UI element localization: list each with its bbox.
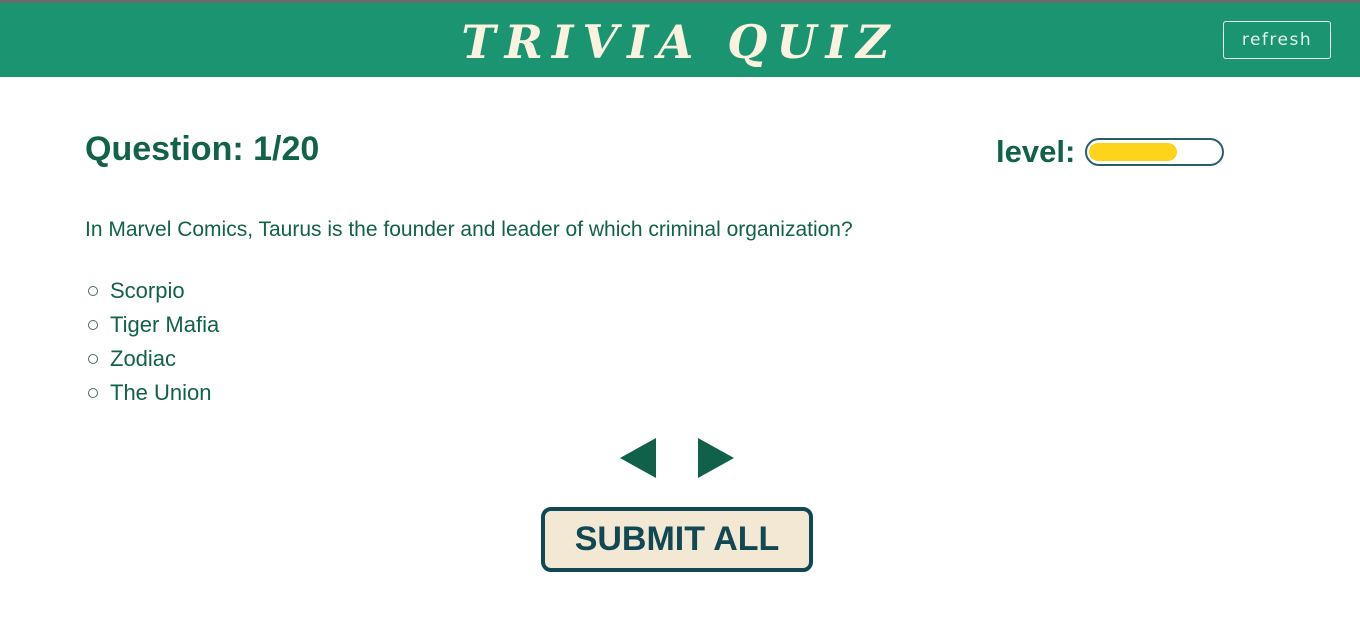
app-title: TRIVIA QUIZ bbox=[461, 15, 899, 69]
refresh-button[interactable]: refresh bbox=[1223, 21, 1331, 59]
option-zodiac[interactable]: Zodiac bbox=[88, 342, 219, 376]
option-label: Zodiac bbox=[110, 346, 177, 371]
option-label: Scorpio bbox=[110, 278, 185, 303]
option-scorpio[interactable]: Scorpio bbox=[88, 274, 219, 308]
triangle-right-icon[interactable] bbox=[698, 438, 734, 478]
question-counter: Question: 1/20 bbox=[85, 130, 320, 168]
option-tiger-mafia[interactable]: Tiger Mafia bbox=[88, 308, 219, 342]
triangle-left-icon[interactable] bbox=[620, 438, 656, 478]
radio-button[interactable] bbox=[88, 388, 98, 398]
option-the-union[interactable]: The Union bbox=[88, 376, 219, 410]
header-bar: TRIVIA QUIZ refresh bbox=[0, 3, 1360, 77]
submit-all-button[interactable]: SUBMIT ALL bbox=[541, 507, 813, 572]
radio-button[interactable] bbox=[88, 286, 98, 296]
level-progress-bar bbox=[1085, 138, 1224, 166]
radio-button[interactable] bbox=[88, 354, 98, 364]
question-text: In Marvel Comics, Taurus is the founder … bbox=[85, 218, 853, 241]
option-label: Tiger Mafia bbox=[110, 312, 220, 337]
radio-button[interactable] bbox=[88, 320, 98, 330]
level-progress-fill bbox=[1089, 143, 1177, 161]
option-label: The Union bbox=[110, 380, 212, 405]
level-label: level: bbox=[996, 134, 1076, 169]
answer-options: Scorpio Tiger Mafia Zodiac The Union bbox=[88, 274, 219, 410]
